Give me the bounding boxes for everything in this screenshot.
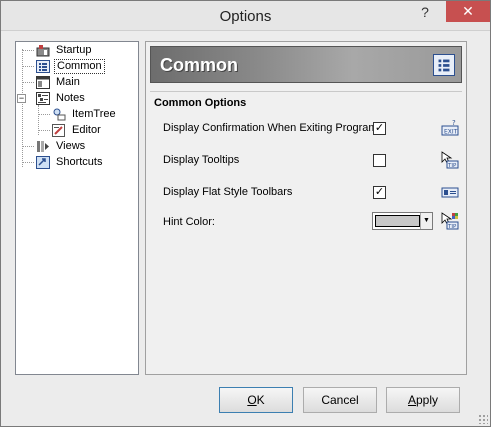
tree-item-label: ItemTree xyxy=(72,108,116,120)
hint-color-swatch xyxy=(375,215,420,227)
flat-toolbars-label: Display Flat Style Toolbars xyxy=(163,186,293,198)
exit-icon: EXIT ? xyxy=(441,119,459,136)
tree-item-label: Notes xyxy=(56,92,85,104)
apply-accelerator: A xyxy=(407,393,416,407)
tree-line xyxy=(22,162,34,163)
svg-text:EXIT: EXIT xyxy=(444,129,458,136)
section-banner: Common xyxy=(150,46,462,83)
apply-button[interactable]: Apply xyxy=(386,387,460,413)
section-title: Common xyxy=(160,55,238,75)
tree-line xyxy=(38,114,50,115)
toolbar-icon xyxy=(441,187,459,198)
ok-button[interactable]: OK xyxy=(219,387,293,413)
hint-color-dropdown[interactable]: ▼ xyxy=(372,212,433,230)
category-tree[interactable]: Startup Common Main − Notes ItemTree Edi… xyxy=(15,41,139,375)
flat-toolbars-checkbox[interactable]: ✓ xyxy=(373,186,386,199)
group-title: Common Options xyxy=(154,97,247,109)
chevron-down-icon[interactable]: ▼ xyxy=(420,213,432,229)
views-icon xyxy=(37,141,49,152)
ok-label: K xyxy=(256,393,265,407)
help-button[interactable]: ? xyxy=(405,2,445,22)
main-icon xyxy=(36,76,50,89)
close-button[interactable]: ✕ xyxy=(446,1,490,22)
ok-accelerator: O xyxy=(247,393,257,407)
tree-item-label: Views xyxy=(56,140,86,152)
tree-line xyxy=(22,146,34,147)
tree-item-label: Common xyxy=(54,59,105,74)
tree-line xyxy=(38,130,50,131)
tree-item-label: Startup xyxy=(56,44,92,56)
collapse-notes-toggle[interactable]: − xyxy=(17,94,26,103)
svg-text:TIP: TIP xyxy=(447,224,457,230)
tree-item-label: Shortcuts xyxy=(56,156,103,168)
editor-icon xyxy=(52,124,65,137)
confirm-exit-checkbox[interactable]: ✓ xyxy=(373,122,386,135)
options-dialog: Options ? ✕ Startup Common Main − Notes … xyxy=(0,0,491,427)
notes-icon xyxy=(36,92,50,105)
options-panel: Common Common Options xyxy=(145,41,467,375)
tree-item-label: Main xyxy=(56,76,80,88)
itemtree-icon xyxy=(53,108,66,121)
title-bar: Options ? ✕ xyxy=(1,1,490,31)
svg-text:?: ? xyxy=(452,119,456,127)
tooltips-checkbox[interactable] xyxy=(373,154,386,167)
apply-label: pply xyxy=(416,393,439,407)
hint-color-label: Hint Color: xyxy=(163,216,215,228)
cancel-button[interactable]: Cancel xyxy=(303,387,377,413)
svg-text:TIP: TIP xyxy=(447,163,457,169)
tree-line xyxy=(22,50,34,51)
shortcuts-icon xyxy=(36,156,50,169)
tree-line xyxy=(22,66,34,67)
common-icon xyxy=(433,54,455,76)
tree-line xyxy=(22,82,34,83)
tree-item-label: Editor xyxy=(72,124,101,136)
resize-grip[interactable] xyxy=(478,414,488,424)
startup-icon xyxy=(36,45,50,57)
tip-icon: TIP xyxy=(441,151,459,169)
common-icon xyxy=(36,60,50,73)
tooltips-label: Display Tooltips xyxy=(163,154,240,166)
tip-color-icon: TIP xyxy=(441,212,459,230)
confirm-exit-label: Display Confirmation When Exiting Progra… xyxy=(163,122,381,134)
